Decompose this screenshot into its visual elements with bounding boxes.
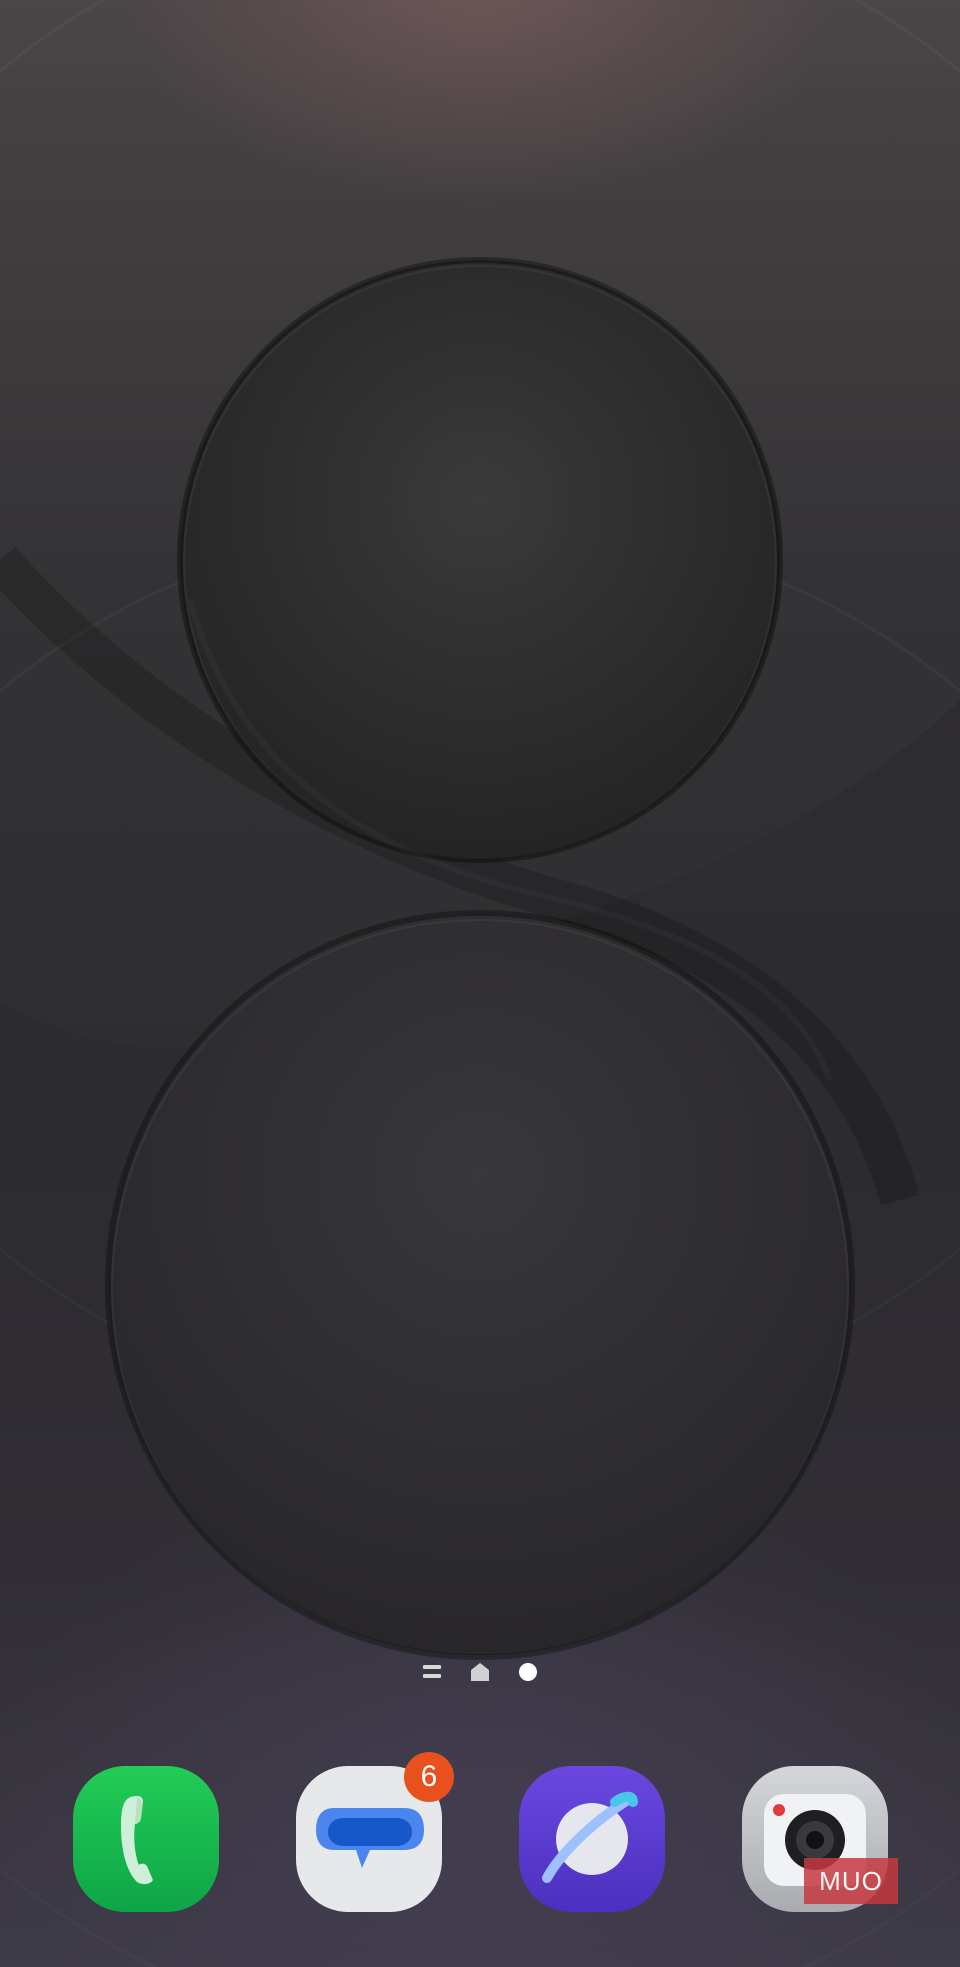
internet-app[interactable]: [519, 1766, 665, 1912]
phone-app[interactable]: [73, 1766, 219, 1912]
home-icon: [471, 1663, 489, 1681]
messages-notification-badge: 6: [404, 1752, 454, 1802]
page-dot-indicator[interactable]: [514, 1658, 542, 1686]
phone-icon: [73, 1766, 219, 1912]
home-screen: 6 MUO: [0, 0, 960, 1967]
watermark-logo: MUO: [804, 1858, 898, 1904]
home-page-indicator[interactable]: [466, 1658, 494, 1686]
apps-list-indicator[interactable]: [418, 1658, 446, 1686]
internet-icon: [519, 1766, 665, 1912]
dot-icon: [519, 1663, 537, 1681]
list-icon: [423, 1665, 441, 1678]
page-indicator: [0, 1658, 960, 1686]
